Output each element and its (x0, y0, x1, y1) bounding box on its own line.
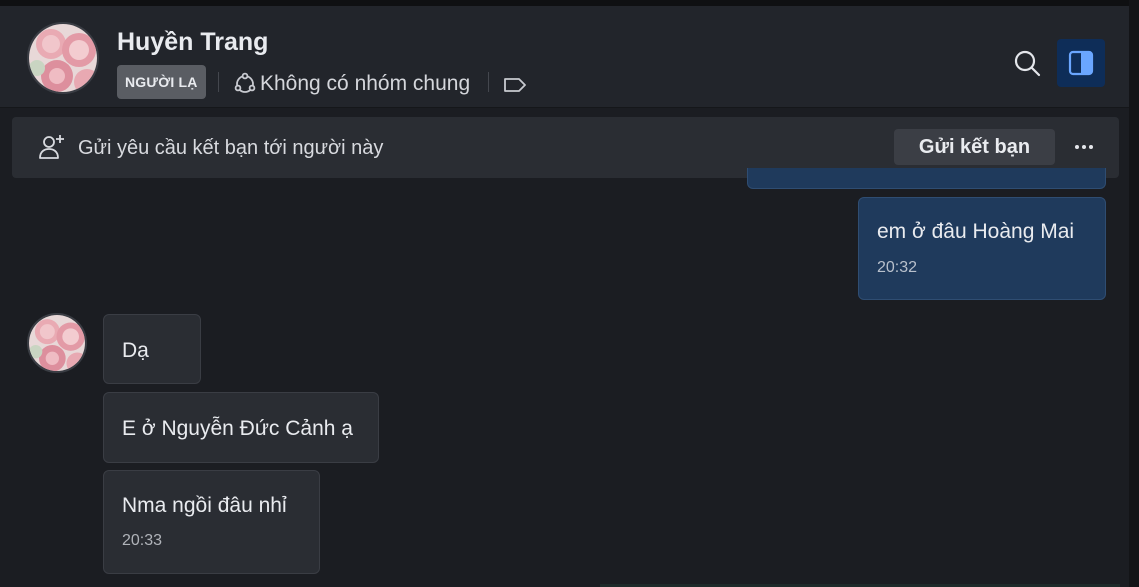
divider (218, 72, 219, 92)
common-groups-text[interactable]: Không có nhóm chung (260, 72, 470, 96)
toggle-info-panel-button[interactable] (1057, 39, 1105, 87)
message-time: 20:32 (877, 259, 918, 276)
scrollbar-track[interactable] (1129, 0, 1139, 587)
outgoing-message[interactable]: em ở đâu Hoàng Mai 20:32 (858, 197, 1106, 300)
more-dots-icon[interactable] (1072, 135, 1096, 159)
label-tag-icon[interactable] (502, 73, 528, 97)
incoming-message[interactable]: E ở Nguyễn Đức Cảnh ạ (103, 392, 379, 463)
contact-name[interactable]: Huyền Trang (117, 28, 268, 57)
message-text: Dạ (122, 339, 149, 362)
send-friend-request-button[interactable]: Gửi kết bạn (894, 129, 1055, 165)
sidebar-panel-icon (1068, 50, 1094, 76)
stranger-badge: NGƯỜI LẠ (117, 65, 206, 99)
message-time: 20:33 (122, 532, 163, 549)
group-circle-icon (233, 72, 257, 96)
chat-window: Huyền Trang NGƯỜI LẠ Không có nhóm chung (0, 0, 1139, 587)
previous-outgoing-bubble (747, 168, 1106, 189)
add-user-icon (37, 132, 67, 162)
friend-request-text: Gửi yêu cầu kết bạn tới người này (78, 137, 384, 159)
message-text: E ở Nguyễn Đức Cảnh ạ (122, 417, 353, 440)
message-text: Nma ngồi đâu nhỉ (122, 494, 287, 517)
divider (488, 72, 489, 92)
chat-header: Huyền Trang NGƯỜI LẠ Không có nhóm chung (0, 6, 1129, 108)
sender-avatar[interactable] (27, 313, 87, 373)
incoming-message[interactable]: Dạ (103, 314, 201, 384)
contact-avatar[interactable] (27, 22, 99, 94)
incoming-message[interactable]: Nma ngồi đâu nhỉ 20:33 (103, 470, 320, 574)
search-icon[interactable] (1012, 48, 1042, 78)
message-text: em ở đâu Hoàng Mai (877, 220, 1075, 243)
